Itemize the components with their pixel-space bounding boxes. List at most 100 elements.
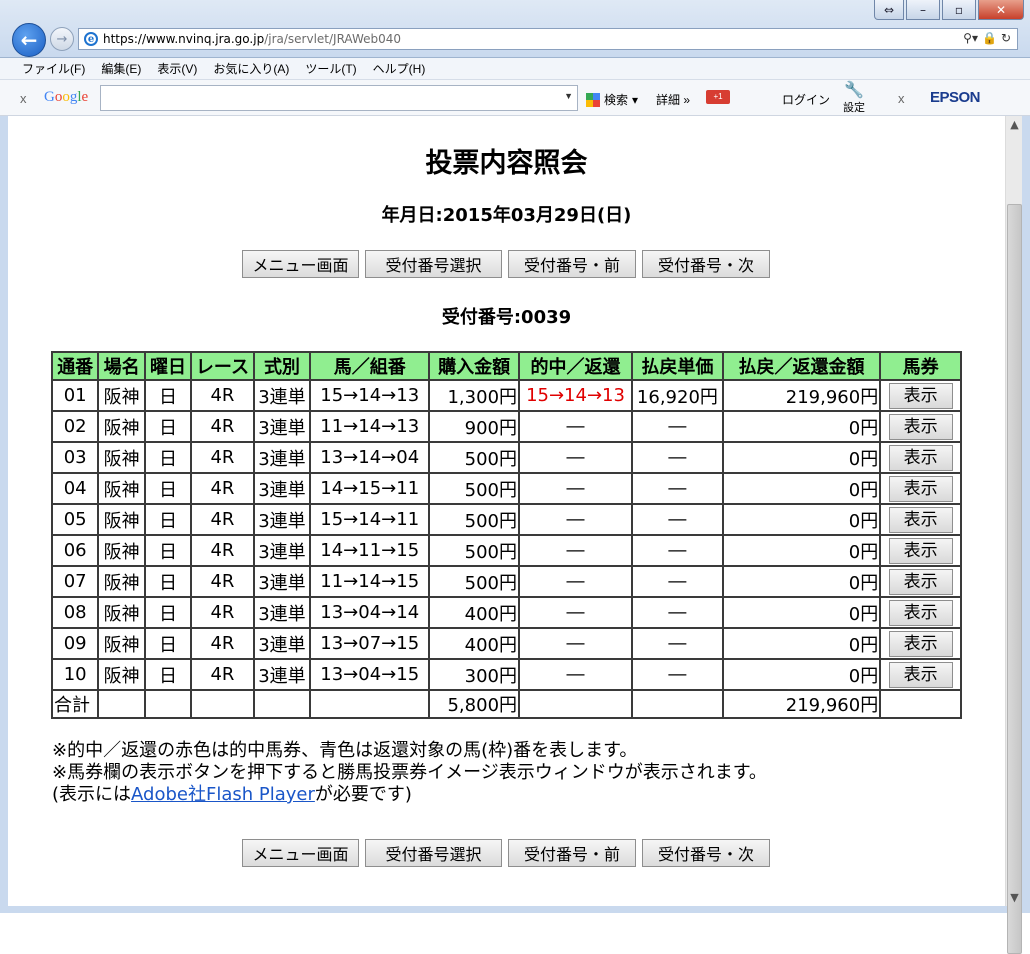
bet-unit: ― [633,505,722,534]
receipt-number: 受付番号:0039 [441,307,572,328]
url-text[interactable]: https://www.nvinq.jra.go.jp/jra/servlet/… [103,32,401,46]
address-bar[interactable]: e https://www.nvinq.jra.go.jp/jra/servle… [78,28,1018,50]
bet-amount: 900円 [430,412,519,441]
menu-screen-button-bottom[interactable]: メニュー画面 [242,839,359,867]
search-icon[interactable]: ⚲▾ [963,31,978,45]
close-epson-toolbar-icon[interactable]: x [898,91,905,106]
table-row: 08 阪神日 4R 3連単 13→04→14 400円 ― ― 0円 表示 [53,598,960,627]
bet-day: 日 [145,443,191,472]
bet-no: 06 [53,536,98,565]
bottom-button-row: メニュー画面 受付番号選択 受付番号・前 受付番号・次 [242,839,770,867]
show-ticket-button[interactable]: 表示 [888,661,953,688]
show-ticket-button[interactable]: 表示 [888,630,953,657]
show-ticket-button[interactable]: 表示 [888,506,953,533]
show-ticket-button[interactable]: 表示 [888,413,953,440]
google-search-input[interactable]: ▼ [100,85,578,111]
receipt-prev-button-bottom[interactable]: 受付番号・前 [508,839,636,867]
table-row: 01 阪神日 4R 3連単 15→14→13 1,300円 15→14→13 16,920円 2… [53,381,960,410]
wrench-icon: 🔧 [844,82,864,99]
header-ticket: 馬券 [881,353,960,379]
bet-no: 10 [53,660,98,689]
bet-day: 日 [145,536,191,565]
bet-type: 3連単 [254,505,310,534]
show-ticket-button[interactable]: 表示 [888,444,953,471]
google-login-button[interactable]: ログイン [782,91,830,108]
scroll-thumb[interactable] [1007,204,1022,954]
note-line-3: (表示にはAdobe社Flash Playerが必要です) [52,784,767,806]
flash-player-link[interactable]: Adobe社Flash Player [131,784,315,805]
scroll-up-icon[interactable]: ▲ [1006,116,1023,133]
header-no: 通番 [53,353,98,379]
receipt-select-button[interactable]: 受付番号選択 [365,250,502,278]
google-logo: Google [44,89,89,105]
header-race: レース [192,353,253,379]
close-toolbar-icon[interactable]: x [20,91,27,106]
receipt-prev-button[interactable]: 受付番号・前 [508,250,636,278]
table-row: 05 阪神日 4R 3連単 15→14→11 500円 ― ― 0円 表示 [53,505,960,534]
google-detail-button[interactable]: 詳細 » [656,91,690,108]
bet-hit: ― [520,443,632,472]
show-ticket-button[interactable]: 表示 [888,568,953,595]
bet-amount: 500円 [430,474,519,503]
bet-amount: 400円 [430,598,519,627]
dropdown-arrow-icon[interactable]: ▼ [564,91,573,101]
vertical-scrollbar[interactable]: ▲ ▼ [1005,116,1023,954]
bet-payout: 0円 [723,660,880,689]
bet-amount: 400円 [430,629,519,658]
maximize-button[interactable]: ▫ [942,0,976,20]
total-label: 合計 [53,691,98,717]
show-ticket-button[interactable]: 表示 [888,475,953,502]
bet-unit: ― [633,660,722,689]
bet-combo: 15→14→11 [311,505,429,534]
lock-icon[interactable]: 🔒 [982,31,997,45]
menu-screen-button[interactable]: メニュー画面 [242,250,359,278]
total-empty-cell [520,691,632,717]
menu-favorites[interactable]: お気に入り(A) [213,60,289,77]
back-button[interactable]: ← [12,23,46,57]
forward-button[interactable]: → [50,27,74,51]
receipt-next-button-bottom[interactable]: 受付番号・次 [642,839,770,867]
menu-tools[interactable]: ツール(T) [305,60,356,77]
show-ticket-button[interactable]: 表示 [888,537,953,564]
table-row: 06 阪神日 4R 3連単 14→11→15 500円 ― ― 0円 表示 [53,536,960,565]
bet-unit: ― [633,536,722,565]
bet-combo: 15→14→13 [311,381,429,410]
epson-logo[interactable]: EPSON [930,89,981,106]
show-ticket-button[interactable]: 表示 [888,599,953,626]
refresh-icon[interactable]: ↻ [1001,31,1011,45]
scroll-down-icon[interactable]: ▼ [1006,889,1023,906]
bet-day: 日 [145,474,191,503]
bet-race: 4R [192,412,253,441]
google-settings-button[interactable]: 🔧 設定 [840,83,868,115]
receipt-next-button[interactable]: 受付番号・次 [642,250,770,278]
restore-tabs-icon[interactable]: ⇔ [874,0,904,20]
google-toolbar: x Google ▼ 検索 ▾ 詳細 » +1 ログイン 🔧 設定 x EPSON [0,80,1030,116]
header-hit: 的中／返還 [520,353,632,379]
bet-day: 日 [145,505,191,534]
close-button[interactable]: ✕ [978,0,1024,20]
menu-help[interactable]: ヘルプ(H) [373,60,426,77]
bet-day: 日 [145,412,191,441]
table-row: 03 阪神日 4R 3連単 13→14→04 500円 ― ― 0円 表示 [53,443,960,472]
bet-type: 3連単 [254,474,310,503]
bet-ticket-cell: 表示 [881,443,960,472]
menu-file[interactable]: ファイル(F) [22,60,85,77]
minimize-button[interactable]: – [906,0,940,20]
bet-unit: ― [633,629,722,658]
receipt-select-button-bottom[interactable]: 受付番号選択 [365,839,502,867]
bet-hit: ― [520,567,632,596]
window-frame-bottom [0,906,1030,913]
header-venue: 場名 [99,353,144,379]
bet-race: 4R [192,443,253,472]
google-search-button[interactable]: 検索 ▾ [586,91,638,108]
bet-ticket-cell: 表示 [881,660,960,689]
bet-type: 3連単 [254,443,310,472]
show-ticket-button[interactable]: 表示 [888,382,953,409]
google-plus-one-button[interactable]: +1 [706,90,730,104]
header-payout: 払戻／返還金額 [723,353,880,379]
bet-day: 日 [145,660,191,689]
menu-view[interactable]: 表示(V) [157,60,197,77]
page-content: 投票内容照会 年月日:2015年03月29日(日) メニュー画面 受付番号選択 … [8,116,1005,906]
menu-edit[interactable]: 編集(E) [101,60,141,77]
google-search-icon [586,92,600,107]
